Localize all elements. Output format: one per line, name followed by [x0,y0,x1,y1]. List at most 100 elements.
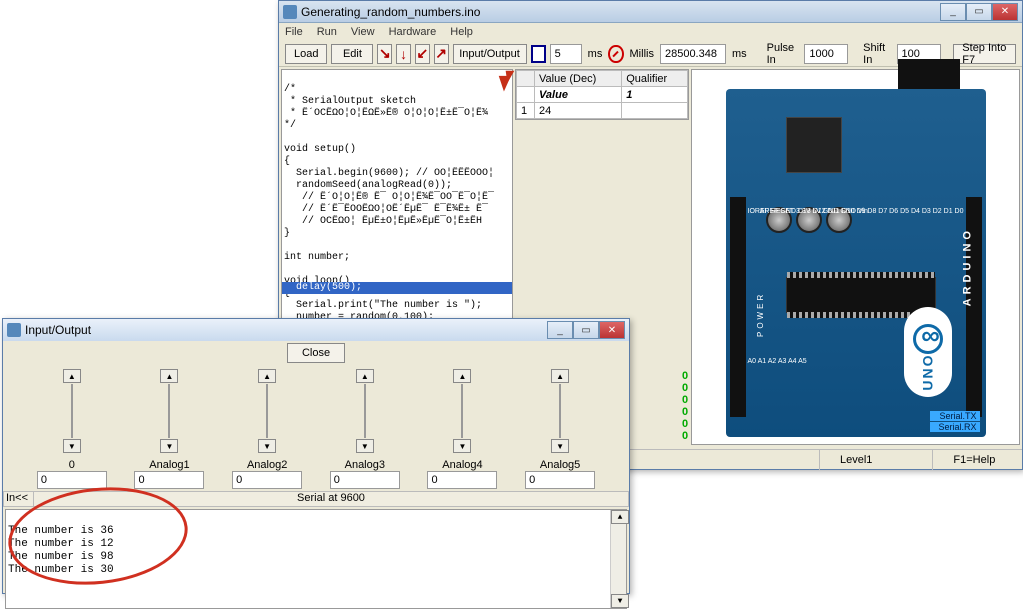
analog-slider[interactable]: ▲ ▼ Analog4 [427,369,497,489]
slider-up-icon[interactable]: ▲ [551,369,569,383]
analog-slider[interactable]: ▲ ▼ Analog2 [232,369,302,489]
slider-label: Analog3 [345,459,385,471]
slider-label: 0 [69,459,75,471]
stop-icon[interactable] [531,45,546,63]
io-maximize-button[interactable]: ▭ [573,321,599,339]
io-minimize-button[interactable]: _ [547,321,573,339]
serial-output-text: The number is 36 The number is 12 The nu… [8,525,114,576]
menu-hardware[interactable]: Hardware [389,26,437,38]
menu-file[interactable]: File [285,26,303,38]
code-highlighted-line: delay(500); [282,282,512,294]
grid-cell-value: Value [535,87,622,103]
slider-down-icon[interactable]: ▼ [160,439,178,453]
arduino-text: ARDUINO [962,227,974,306]
io-app-icon [7,323,21,337]
arrow-up-right-icon[interactable]: ↗ [434,44,449,64]
grid-corner [517,71,535,87]
menu-help[interactable]: Help [450,26,473,38]
slider-up-icon[interactable]: ▲ [356,369,374,383]
scroll-down-icon[interactable]: ▼ [611,594,629,608]
slider-label: Analog2 [247,459,287,471]
slider-value-input[interactable] [525,471,595,489]
slider-up-icon[interactable]: ▲ [258,369,276,383]
ic-square-icon [786,117,842,173]
atmega-chip-icon [786,277,936,313]
grid-row[interactable]: Value 1 [517,87,688,103]
app-icon [283,5,297,19]
no-delay-icon[interactable] [608,45,623,63]
analog-slider[interactable]: ▲ ▼ Analog5 [525,369,595,489]
pin-labels-analog: A0 A1 A2 A3 A4 A5 [748,357,807,366]
io-window-title: Input/Output [25,323,543,337]
io-titlebar[interactable]: Input/Output _ ▭ ✕ [3,319,629,341]
zero-label: 0 [682,418,688,430]
slider-down-icon[interactable]: ▼ [63,439,81,453]
digital-zeros: 0 0 0 0 0 0 [682,370,688,442]
serial-output[interactable]: The number is 36 The number is 12 The nu… [5,509,627,609]
arrow-down-icon[interactable]: ↓ [396,44,411,64]
slider-up-icon[interactable]: ▲ [160,369,178,383]
serial-header: In<< Serial at 9600 [3,491,629,507]
slider-label: Analog4 [442,459,482,471]
millis-unit-label: ms [730,48,749,60]
slider-down-icon[interactable]: ▼ [551,439,569,453]
grid-row[interactable]: 1 24 [517,103,688,119]
arrow-down-left-icon[interactable]: ↘ [377,44,392,64]
zero-label: 0 [682,430,688,442]
slider-label: Analog1 [149,459,189,471]
step-into-button[interactable]: Step Into F7 [953,44,1016,64]
slider-value-input[interactable] [134,471,204,489]
slider-value-input[interactable] [330,471,400,489]
menu-view[interactable]: View [351,26,375,38]
analog-slider[interactable]: ▲ ▼ 0 [37,369,107,489]
io-close-button[interactable]: ✕ [599,321,625,339]
arrow-down-right-icon[interactable]: ↙ [415,44,430,64]
status-help: F1=Help [932,450,1015,470]
window-title: Generating_random_numbers.ino [301,5,936,19]
slider-track[interactable] [168,384,170,438]
slider-track[interactable] [364,384,366,438]
maximize-button[interactable]: ▭ [966,3,992,21]
grid-header-value: Value (Dec) [535,71,622,87]
grid-rowidx: 1 [517,103,535,119]
load-button[interactable]: Load [285,44,327,64]
power-label: POWER [756,292,765,337]
grid-rowidx [517,87,535,103]
slider-up-icon[interactable]: ▲ [63,369,81,383]
serial-in-label: In<< [4,492,34,506]
slider-up-icon[interactable]: ▲ [453,369,471,383]
value-grid[interactable]: Value (Dec) Qualifier Value 1 1 24 [515,69,689,120]
pin-labels-digital: AREF GND D13 D12 D11 D10 D9 D8 D7 D6 D5 … [760,207,964,216]
menu-run[interactable]: Run [317,26,337,38]
step-ms-input[interactable] [550,44,582,64]
uno-label: UNO [920,353,936,390]
edit-button[interactable]: Edit [331,44,373,64]
pulsein-label: Pulse In [765,42,801,66]
io-window: Input/Output _ ▭ ✕ Close ▲ ▼ 0 ▲ ▼ Analo… [2,318,630,594]
slider-track[interactable] [71,384,73,438]
serial-tx-label: Serial.TX [930,411,980,421]
analog-slider[interactable]: ▲ ▼ Analog1 [134,369,204,489]
input-output-button[interactable]: Input/Output [453,44,527,64]
pulsein-input[interactable] [804,44,848,64]
status-level: Level1 [819,450,892,470]
minimize-button[interactable]: _ [940,3,966,21]
close-button[interactable]: ✕ [992,3,1018,21]
slider-down-icon[interactable]: ▼ [258,439,276,453]
slider-track[interactable] [266,384,268,438]
slider-track[interactable] [559,384,561,438]
titlebar[interactable]: Generating_random_numbers.ino _ ▭ ✕ [279,1,1022,23]
io-close-btn[interactable]: Close [287,343,345,363]
serial-scrollbar[interactable]: ▲ ▼ [610,510,626,608]
slider-value-input[interactable] [37,471,107,489]
grid-cell-value: 24 [535,103,622,119]
millis-input[interactable] [660,44,726,64]
scroll-up-icon[interactable]: ▲ [611,510,629,524]
slider-down-icon[interactable]: ▼ [453,439,471,453]
slider-value-input[interactable] [427,471,497,489]
slider-track[interactable] [461,384,463,438]
arduino-board-graphic: UNO ARDUINO POWER IOREF RESET 3.3V 5V GN… [726,77,986,437]
slider-down-icon[interactable]: ▼ [356,439,374,453]
analog-slider[interactable]: ▲ ▼ Analog3 [330,369,400,489]
slider-value-input[interactable] [232,471,302,489]
